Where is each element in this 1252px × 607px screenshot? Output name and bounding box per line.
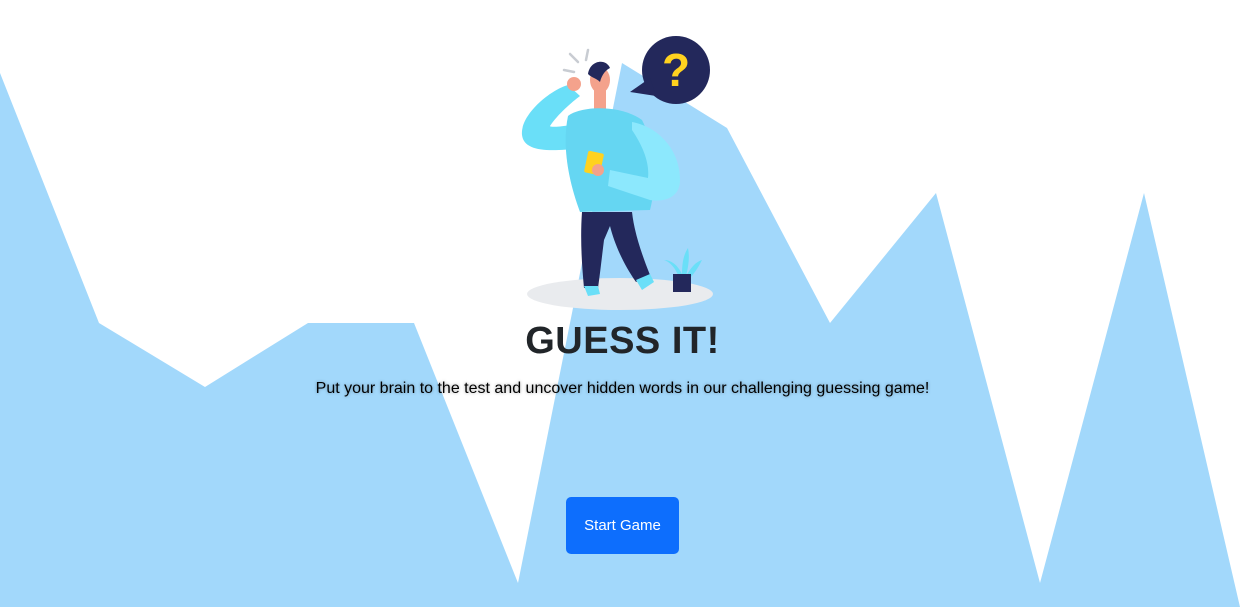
start-game-button[interactable]: Start Game xyxy=(566,497,679,554)
landing-screen: ? GUESS IT! Put your brain to the test a… xyxy=(0,0,1252,607)
question-mark-icon: ? xyxy=(662,44,690,96)
thinking-lines-icon xyxy=(562,48,590,74)
page-subtitle: Put your brain to the test and uncover h… xyxy=(315,380,930,397)
page-title: GUESS IT! xyxy=(525,320,720,362)
speech-bubble-icon: ? xyxy=(630,36,710,104)
confused-person-illustration: ? xyxy=(521,36,713,310)
